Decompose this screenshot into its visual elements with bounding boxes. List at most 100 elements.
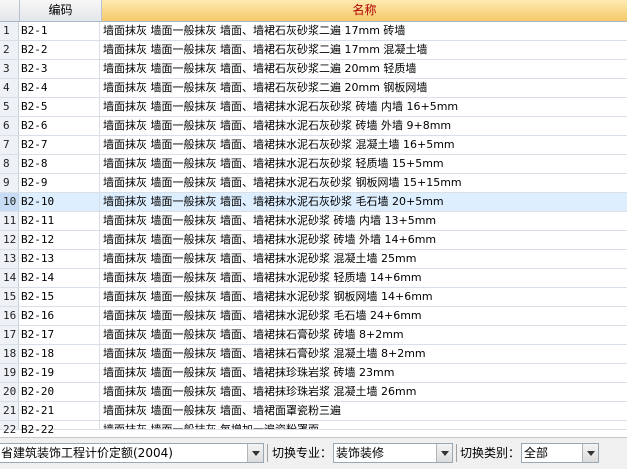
cell-name[interactable]: 墙面抹灰 墙面一般抹灰 墙面、墙裙抹水泥石灰砂浆 混凝土墙 16+5mm	[100, 136, 627, 154]
row-number[interactable]: 18	[0, 345, 19, 363]
cell-code[interactable]: B2-6	[19, 117, 100, 135]
cell-name[interactable]: 墙面抹灰 墙面一般抹灰 墙面、墙裙石灰砂浆二遍 20mm 钢板网墙	[100, 79, 627, 97]
major-label: 切换专业：	[272, 446, 333, 460]
quota-select[interactable]: 省建筑装饰工程计价定额(2004)	[0, 443, 264, 463]
category-select[interactable]: 全部	[521, 443, 599, 463]
row-number[interactable]: 13	[0, 250, 19, 268]
table-row[interactable]: 16 B2-16 墙面抹灰 墙面一般抹灰 墙面、墙裙抹水泥砂浆 毛石墙 24+6mm	[0, 307, 627, 326]
cell-name[interactable]: 墙面抹灰 墙面一般抹灰 墙面、墙裙抹水泥石灰砂浆 毛石墙 20+5mm	[100, 193, 627, 211]
cell-name[interactable]: 墙面抹灰 墙面一般抹灰 墙面、墙裙抹水泥石灰砂浆 钢板网墙 15+15mm	[100, 174, 627, 192]
table-row[interactable]: 7 B2-7 墙面抹灰 墙面一般抹灰 墙面、墙裙抹水泥石灰砂浆 混凝土墙 16+5m…	[0, 136, 627, 155]
row-number-header[interactable]	[0, 0, 20, 21]
cell-name[interactable]: 墙面抹灰 墙面一般抹灰 墙面、墙裙抹水泥砂浆 砖墙 内墙 13+5mm	[100, 212, 627, 230]
row-number[interactable]: 3	[0, 60, 19, 78]
row-number[interactable]: 14	[0, 269, 19, 287]
table-row[interactable]: 14 B2-14 墙面抹灰 墙面一般抹灰 墙面、墙裙抹水泥砂浆 轻质墙 14+6mm	[0, 269, 627, 288]
row-number[interactable]: 7	[0, 136, 19, 154]
cell-code[interactable]: B2-17	[19, 326, 100, 344]
cell-name[interactable]: 墙面抹灰 墙面一般抹灰 墙面、墙裙抹水泥砂浆 钢板网墙 14+6mm	[100, 288, 627, 306]
cell-name[interactable]: 墙面抹灰 墙面一般抹灰 墙面、墙裙石灰砂浆二遍 17mm 砖墙	[100, 22, 627, 40]
cell-code[interactable]: B2-13	[19, 250, 100, 268]
cell-name[interactable]: 墙面抹灰 墙面一般抹灰 墙面、墙裙抹水泥砂浆 毛石墙 24+6mm	[100, 307, 627, 325]
cell-name[interactable]: 墙面抹灰 墙面一般抹灰 墙面、墙裙抹石膏砂浆 砖墙 8+2mm	[100, 326, 627, 344]
cell-name[interactable]: 墙面抹灰 墙面一般抹灰 墙面、墙裙面罩瓷粉三遍	[100, 402, 627, 420]
column-header-name[interactable]: 名称	[102, 0, 627, 21]
table-row[interactable]: 15 B2-15 墙面抹灰 墙面一般抹灰 墙面、墙裙抹水泥砂浆 钢板网墙 14+6m…	[0, 288, 627, 307]
row-number[interactable]: 1	[0, 22, 19, 40]
cell-name[interactable]: 墙面抹灰 墙面一般抹灰 墙面、墙裙抹水泥石灰砂浆 砖墙 内墙 16+5mm	[100, 98, 627, 116]
table-row[interactable]: 8 B2-8 墙面抹灰 墙面一般抹灰 墙面、墙裙抹水泥石灰砂浆 轻质墙 15+5mm	[0, 155, 627, 174]
cell-code[interactable]: B2-4	[19, 79, 100, 97]
row-number[interactable]: 17	[0, 326, 19, 344]
cell-name[interactable]: 墙面抹灰 墙面一般抹灰 墙面、墙裙抹珍珠岩浆 砖墙 23mm	[100, 364, 627, 382]
row-number[interactable]: 22	[0, 421, 19, 436]
cell-name[interactable]: 墙面抹灰 墙面一般抹灰 墙面、墙裙抹石膏砂浆 混凝土墙 8+2mm	[100, 345, 627, 363]
table-row[interactable]: 2 B2-2 墙面抹灰 墙面一般抹灰 墙面、墙裙石灰砂浆二遍 17mm 混凝土墙	[0, 41, 627, 60]
cell-code[interactable]: B2-14	[19, 269, 100, 287]
row-number[interactable]: 6	[0, 117, 19, 135]
row-number[interactable]: 15	[0, 288, 19, 306]
cell-code[interactable]: B2-21	[19, 402, 100, 420]
cell-code[interactable]: B2-18	[19, 345, 100, 363]
table-row[interactable]: 11 B2-11 墙面抹灰 墙面一般抹灰 墙面、墙裙抹水泥砂浆 砖墙 内墙 13+5…	[0, 212, 627, 231]
row-number[interactable]: 8	[0, 155, 19, 173]
table-row[interactable]: 20 B2-20 墙面抹灰 墙面一般抹灰 墙面、墙裙抹珍珠岩浆 混凝土墙 26mm	[0, 383, 627, 402]
chevron-down-icon[interactable]	[582, 444, 598, 462]
cell-code[interactable]: B2-22	[19, 421, 100, 436]
row-number[interactable]: 21	[0, 402, 19, 420]
table-row[interactable]: 13 B2-13 墙面抹灰 墙面一般抹灰 墙面、墙裙抹水泥砂浆 混凝土墙 25mm	[0, 250, 627, 269]
cell-name[interactable]: 墙面抹灰 墙面一般抹灰 墙面、墙裙抹珍珠岩浆 混凝土墙 26mm	[100, 383, 627, 401]
table-row[interactable]: 4 B2-4 墙面抹灰 墙面一般抹灰 墙面、墙裙石灰砂浆二遍 20mm 钢板网墙	[0, 79, 627, 98]
grid-header: 编码 名称	[0, 0, 627, 22]
cell-name[interactable]: 墙面抹灰 墙面一般抹灰 墙面、墙裙抹水泥石灰砂浆 轻质墙 15+5mm	[100, 155, 627, 173]
cell-name[interactable]: 墙面抹灰 墙面一般抹灰 墙面、墙裙石灰砂浆二遍 20mm 轻质墙	[100, 60, 627, 78]
cell-name[interactable]: 墙面抹灰 墙面一般抹灰 墙面、墙裙抹水泥砂浆 轻质墙 14+6mm	[100, 269, 627, 287]
row-number[interactable]: 11	[0, 212, 19, 230]
table-row[interactable]: 9 B2-9 墙面抹灰 墙面一般抹灰 墙面、墙裙抹水泥石灰砂浆 钢板网墙 15+15…	[0, 174, 627, 193]
row-number[interactable]: 10	[0, 193, 19, 211]
table-row[interactable]: 5 B2-5 墙面抹灰 墙面一般抹灰 墙面、墙裙抹水泥石灰砂浆 砖墙 内墙 16+5…	[0, 98, 627, 117]
cell-code[interactable]: B2-10	[19, 193, 100, 211]
row-number[interactable]: 5	[0, 98, 19, 116]
chevron-down-icon[interactable]	[247, 444, 263, 462]
table-row[interactable]: 10 B2-10 墙面抹灰 墙面一般抹灰 墙面、墙裙抹水泥石灰砂浆 毛石墙 20+5…	[0, 193, 627, 212]
table-row[interactable]: 22B2-22墙面抹灰 墙面一般抹灰 每增加一遍瓷粉罩面	[0, 421, 627, 436]
table-row[interactable]: 21 B2-21 墙面抹灰 墙面一般抹灰 墙面、墙裙面罩瓷粉三遍	[0, 402, 627, 421]
row-number[interactable]: 16	[0, 307, 19, 325]
cell-name[interactable]: 墙面抹灰 墙面一般抹灰 墙面、墙裙抹水泥砂浆 混凝土墙 25mm	[100, 250, 627, 268]
table-row[interactable]: 19 B2-19 墙面抹灰 墙面一般抹灰 墙面、墙裙抹珍珠岩浆 砖墙 23mm	[0, 364, 627, 383]
cell-code[interactable]: B2-15	[19, 288, 100, 306]
table-row[interactable]: 6 B2-6 墙面抹灰 墙面一般抹灰 墙面、墙裙抹水泥石灰砂浆 砖墙 外墙 9+8m…	[0, 117, 627, 136]
table-row[interactable]: 18 B2-18 墙面抹灰 墙面一般抹灰 墙面、墙裙抹石膏砂浆 混凝土墙 8+2mm	[0, 345, 627, 364]
row-number[interactable]: 19	[0, 364, 19, 382]
cell-code[interactable]: B2-11	[19, 212, 100, 230]
cell-code[interactable]: B2-2	[19, 41, 100, 59]
row-number[interactable]: 20	[0, 383, 19, 401]
column-header-code[interactable]: 编码	[20, 0, 102, 21]
cell-name[interactable]: 墙面抹灰 墙面一般抹灰 每增加一遍瓷粉罩面	[100, 421, 627, 429]
bottom-toolbar: 省建筑装饰工程计价定额(2004) 切换专业： 装饰装修 切换类别： 全部	[0, 437, 627, 469]
cell-code[interactable]: B2-12	[19, 231, 100, 249]
row-number[interactable]: 2	[0, 41, 19, 59]
row-number[interactable]: 4	[0, 79, 19, 97]
cell-code[interactable]: B2-3	[19, 60, 100, 78]
cell-code[interactable]: B2-5	[19, 98, 100, 116]
cell-code[interactable]: B2-1	[19, 22, 100, 40]
cell-code[interactable]: B2-19	[19, 364, 100, 382]
cell-code[interactable]: B2-20	[19, 383, 100, 401]
table-row[interactable]: 17 B2-17 墙面抹灰 墙面一般抹灰 墙面、墙裙抹石膏砂浆 砖墙 8+2mm	[0, 326, 627, 345]
cell-name[interactable]: 墙面抹灰 墙面一般抹灰 墙面、墙裙石灰砂浆二遍 17mm 混凝土墙	[100, 41, 627, 59]
cell-name[interactable]: 墙面抹灰 墙面一般抹灰 墙面、墙裙抹水泥砂浆 砖墙 外墙 14+6mm	[100, 231, 627, 249]
row-number[interactable]: 9	[0, 174, 19, 192]
cell-name[interactable]: 墙面抹灰 墙面一般抹灰 墙面、墙裙抹水泥石灰砂浆 砖墙 外墙 9+8mm	[100, 117, 627, 135]
chevron-down-icon[interactable]	[436, 444, 452, 462]
major-select[interactable]: 装饰装修	[333, 443, 453, 463]
cell-code[interactable]: B2-7	[19, 136, 100, 154]
table-row[interactable]: 12 B2-12 墙面抹灰 墙面一般抹灰 墙面、墙裙抹水泥砂浆 砖墙 外墙 14+6…	[0, 231, 627, 250]
table-row[interactable]: 3 B2-3 墙面抹灰 墙面一般抹灰 墙面、墙裙石灰砂浆二遍 20mm 轻质墙	[0, 60, 627, 79]
row-number[interactable]: 12	[0, 231, 19, 249]
cell-code[interactable]: B2-9	[19, 174, 100, 192]
cell-code[interactable]: B2-8	[19, 155, 100, 173]
table-row[interactable]: 1 B2-1 墙面抹灰 墙面一般抹灰 墙面、墙裙石灰砂浆二遍 17mm 砖墙	[0, 22, 627, 41]
cell-code[interactable]: B2-16	[19, 307, 100, 325]
